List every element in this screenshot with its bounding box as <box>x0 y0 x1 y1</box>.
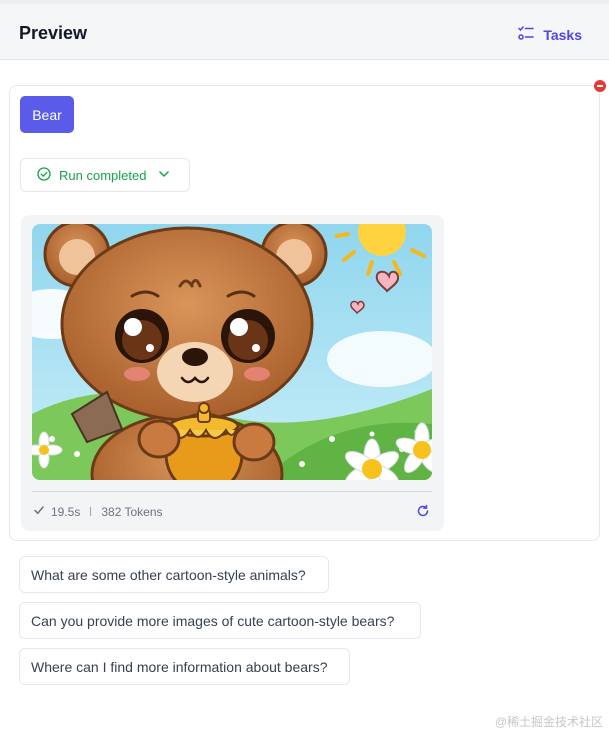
remove-icon[interactable] <box>594 80 606 92</box>
generated-bear-image[interactable] <box>32 224 432 480</box>
preview-header: Preview Tasks <box>0 0 609 60</box>
meta-separator <box>90 507 92 516</box>
refresh-icon[interactable] <box>416 504 430 523</box>
tasks-label: Tasks <box>543 26 582 43</box>
result-panel: 19.5s 382 Tokens <box>21 215 444 531</box>
prompt-tag[interactable]: Bear <box>20 96 74 133</box>
run-status-label: Run completed <box>59 167 147 183</box>
result-meta: 19.5s 382 Tokens <box>33 504 163 519</box>
check-circle-icon <box>37 166 51 184</box>
tasks-icon <box>518 25 535 44</box>
watermark: @稀土掘金技术社区 <box>494 715 603 729</box>
tasks-button[interactable]: Tasks <box>518 25 582 44</box>
result-divider <box>32 491 432 492</box>
result-tokens: 382 Tokens <box>101 504 163 519</box>
suggestion-2[interactable]: Can you provide more images of cute cart… <box>19 602 421 639</box>
suggestion-3[interactable]: Where can I find more information about … <box>19 648 350 685</box>
run-status-dropdown[interactable]: Run completed <box>20 158 190 192</box>
page-title: Preview <box>19 23 88 43</box>
chevron-down-icon <box>158 168 170 183</box>
checkmark-icon <box>33 504 45 519</box>
suggestion-1[interactable]: What are some other cartoon-style animal… <box>19 556 329 593</box>
result-duration: 19.5s <box>51 504 81 519</box>
